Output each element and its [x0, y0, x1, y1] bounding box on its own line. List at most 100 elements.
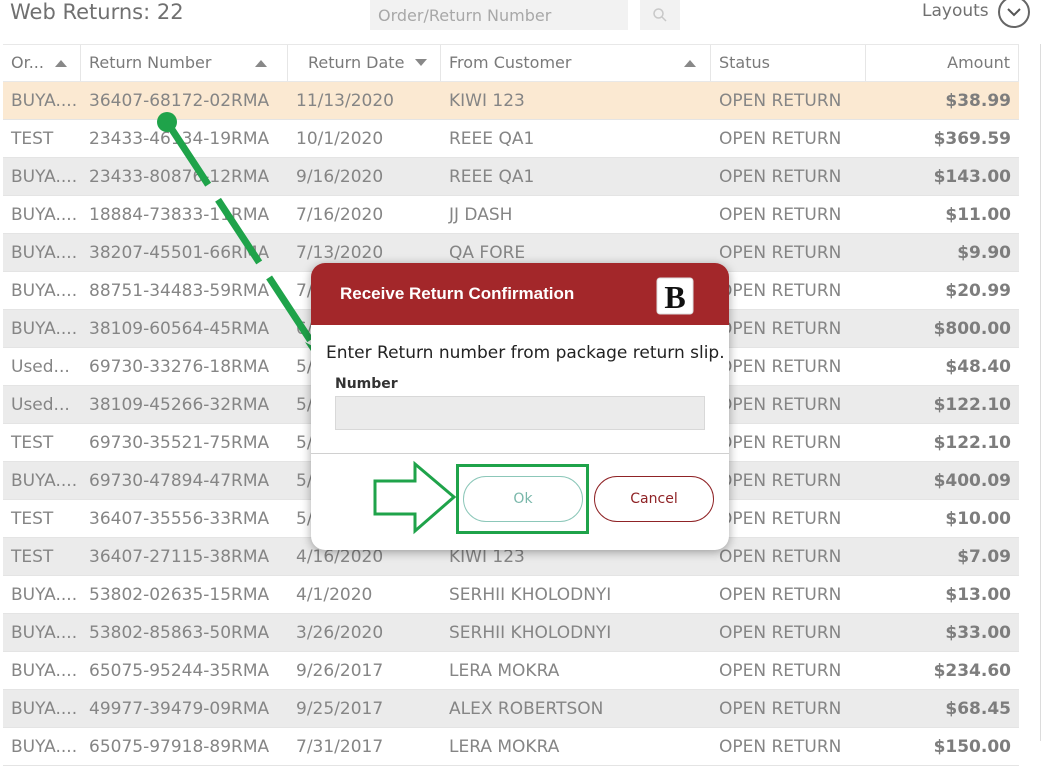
cell-amount: $38.99 — [945, 91, 1011, 111]
cell-order: BUYA.... — [11, 319, 78, 339]
cell-amount: $122.10 — [933, 433, 1011, 453]
column-label: From Customer — [449, 53, 572, 72]
column-label: Return Number — [89, 53, 212, 72]
cell-return-number: 69730-35521-75RMA — [89, 433, 270, 453]
cell-amount: $33.00 — [945, 623, 1011, 643]
cell-return-number: 49977-39479-09RMA — [89, 699, 270, 719]
cell-amount: $13.00 — [945, 585, 1011, 605]
cell-from-customer: SERHII KHOLODNYI — [449, 585, 612, 605]
column-label: Or... — [11, 53, 44, 72]
cell-order: TEST — [11, 509, 54, 529]
cell-return-date: 10/1/2020 — [296, 129, 384, 149]
cell-return-number: 65075-95244-35RMA — [89, 661, 270, 681]
cell-status: OPEN RETURN — [719, 433, 842, 453]
cell-amount: $150.00 — [933, 737, 1011, 757]
cell-return-number: 36407-68172-02RMA — [89, 91, 270, 111]
search-input[interactable] — [370, 0, 628, 30]
cell-return-number: 69730-47894-47RMA — [89, 471, 270, 491]
ok-button[interactable]: Ok — [463, 476, 583, 522]
number-field-label: Number — [335, 376, 398, 392]
cell-status: OPEN RETURN — [719, 471, 842, 491]
receive-return-dialog: Receive Return Confirmation B Enter Retu… — [311, 263, 729, 550]
cell-return-number: 38207-45501-66RMA — [89, 243, 270, 263]
column-header-return-number[interactable]: Return Number — [81, 45, 288, 81]
page-title: Web Returns: 22 — [10, 0, 184, 24]
column-label: Return Date — [308, 53, 405, 72]
table-row[interactable]: BUYA.... 36407-68172-02RMA 11/13/2020 KIWI … — [3, 82, 1019, 120]
cell-status: OPEN RETURN — [719, 737, 842, 757]
sort-asc-icon — [684, 60, 696, 67]
cell-from-customer: SERHII KHOLODNYI — [449, 623, 612, 643]
cell-return-date: 3/26/2020 — [296, 623, 384, 643]
cell-amount: $7.09 — [957, 547, 1011, 567]
cancel-button[interactable]: Cancel — [594, 476, 714, 522]
column-header-from-customer[interactable]: From Customer — [441, 45, 711, 81]
sort-asc-icon — [255, 60, 267, 67]
table-row[interactable]: TEST 23433-46134-19RMA 10/1/2020 REEE QA1 OP… — [3, 120, 1019, 158]
cell-status: OPEN RETURN — [719, 623, 842, 643]
table-row[interactable]: BUYA.... 18884-73833-11RMA 7/16/2020 JJ DAS… — [3, 196, 1019, 234]
cell-order: BUYA.... — [11, 699, 78, 719]
cell-from-customer: LERA MOKRA — [449, 661, 560, 681]
cell-from-customer: ALEX ROBERTSON — [449, 699, 604, 719]
cell-order: BUYA.... — [11, 623, 78, 643]
cell-return-number: 88751-34483-59RMA — [89, 281, 270, 301]
cell-return-date: 4/1/2020 — [296, 585, 373, 605]
cell-status: OPEN RETURN — [719, 585, 842, 605]
cell-status: OPEN RETURN — [719, 547, 842, 567]
table-row[interactable]: BUYA.... 53802-02635-15RMA 4/1/2020 SERHII … — [3, 576, 1019, 614]
search-button[interactable] — [640, 0, 680, 30]
cell-status: OPEN RETURN — [719, 205, 842, 225]
vertical-scrollbar[interactable] — [1040, 44, 1041, 741]
cell-return-number: 23433-46134-19RMA — [89, 129, 270, 149]
column-header-order[interactable]: Or... — [3, 45, 81, 81]
column-header-amount[interactable]: Amount — [866, 45, 1019, 81]
table-row[interactable]: BUYA.... 65075-95244-35RMA 9/26/2017 LERA M… — [3, 652, 1019, 690]
cell-from-customer: KIWI 123 — [449, 91, 525, 111]
top-bar: Web Returns: 22 Layouts — [0, 0, 1045, 42]
dialog-header: Receive Return Confirmation B — [311, 263, 729, 325]
column-label: Amount — [947, 53, 1010, 72]
cell-order: TEST — [11, 433, 54, 453]
cell-return-number: 38109-60564-45RMA — [89, 319, 270, 339]
cell-amount: $10.00 — [945, 509, 1011, 529]
cell-order: BUYA.... — [11, 471, 78, 491]
table-row[interactable]: BUYA.... 23433-80876-12RMA 9/16/2020 REEE Q… — [3, 158, 1019, 196]
cell-amount: $400.09 — [933, 471, 1011, 491]
brand-logo-icon: B — [656, 277, 694, 315]
return-number-input[interactable] — [335, 396, 705, 430]
table-row[interactable]: BUYA.... 65075-97918-89RMA 7/31/2017 LERA M… — [3, 728, 1019, 766]
cell-return-date: 9/26/2017 — [296, 661, 384, 681]
sort-desc-icon — [415, 59, 427, 66]
cell-status: OPEN RETURN — [719, 319, 842, 339]
cell-return-number: 36407-35556-33RMA — [89, 509, 270, 529]
layouts-label[interactable]: Layouts — [922, 0, 989, 22]
column-header-status[interactable]: Status — [711, 45, 866, 81]
cell-amount: $143.00 — [933, 167, 1011, 187]
cell-order: TEST — [11, 547, 54, 567]
column-header-return-date[interactable]: Return Date — [288, 45, 441, 81]
cell-amount: $234.60 — [933, 661, 1011, 681]
table-row[interactable]: BUYA.... 49977-39479-09RMA 9/25/2017 ALEX R… — [3, 690, 1019, 728]
cell-status: OPEN RETURN — [719, 243, 842, 263]
cell-return-number: 69730-33276-18RMA — [89, 357, 270, 377]
cell-status: OPEN RETURN — [719, 357, 842, 377]
dialog-instruction: Enter Return number from package return … — [326, 343, 725, 363]
sort-asc-icon — [55, 60, 67, 67]
cell-from-customer: REEE QA1 — [449, 167, 535, 187]
table-row[interactable]: BUYA.... 53802-85863-50RMA 3/26/2020 SERHII… — [3, 614, 1019, 652]
cell-status: OPEN RETURN — [719, 281, 842, 301]
cell-amount: $122.10 — [933, 395, 1011, 415]
cell-order: BUYA.... — [11, 91, 78, 111]
cell-status: OPEN RETURN — [719, 395, 842, 415]
column-label: Status — [719, 53, 770, 72]
cell-status: OPEN RETURN — [719, 509, 842, 529]
cell-from-customer: JJ DASH — [449, 205, 513, 225]
cell-order: BUYA.... — [11, 205, 78, 225]
cell-return-number: 18884-73833-11RMA — [89, 205, 270, 225]
brand-logo-letter: B — [664, 279, 685, 315]
cell-return-number: 65075-97918-89RMA — [89, 737, 270, 757]
cell-order: BUYA.... — [11, 661, 78, 681]
layouts-button[interactable] — [998, 0, 1030, 28]
cell-order: BUYA.... — [11, 281, 78, 301]
